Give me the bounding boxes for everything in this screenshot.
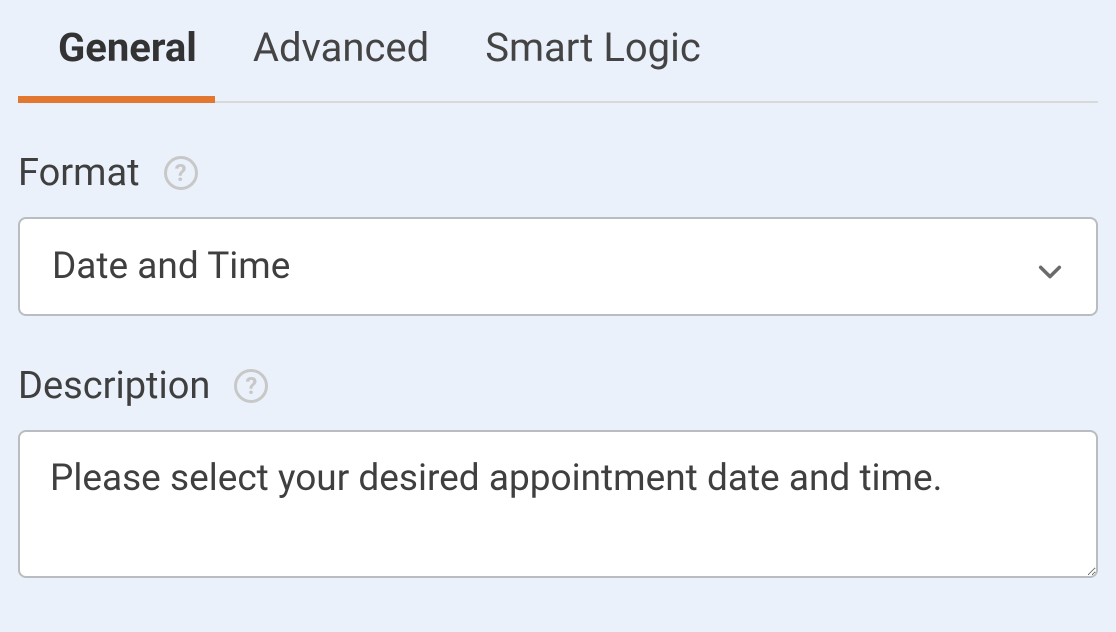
tab-advanced[interactable]: Advanced — [253, 24, 429, 101]
description-field-group: Description ? — [18, 364, 1098, 582]
tab-smart-logic[interactable]: Smart Logic — [485, 24, 701, 101]
chevron-down-icon — [1036, 253, 1064, 281]
format-field-group: Format ? Date and Time — [18, 151, 1098, 316]
help-icon[interactable]: ? — [164, 156, 198, 190]
description-textarea[interactable] — [18, 430, 1098, 578]
format-dropdown[interactable]: Date and Time — [18, 217, 1098, 316]
help-icon[interactable]: ? — [234, 369, 268, 403]
tabs-bar: General Advanced Smart Logic — [18, 24, 1098, 103]
format-dropdown-value: Date and Time — [52, 245, 290, 288]
format-label: Format — [18, 151, 140, 195]
tab-general[interactable]: General — [58, 24, 197, 101]
description-label: Description — [18, 364, 210, 408]
